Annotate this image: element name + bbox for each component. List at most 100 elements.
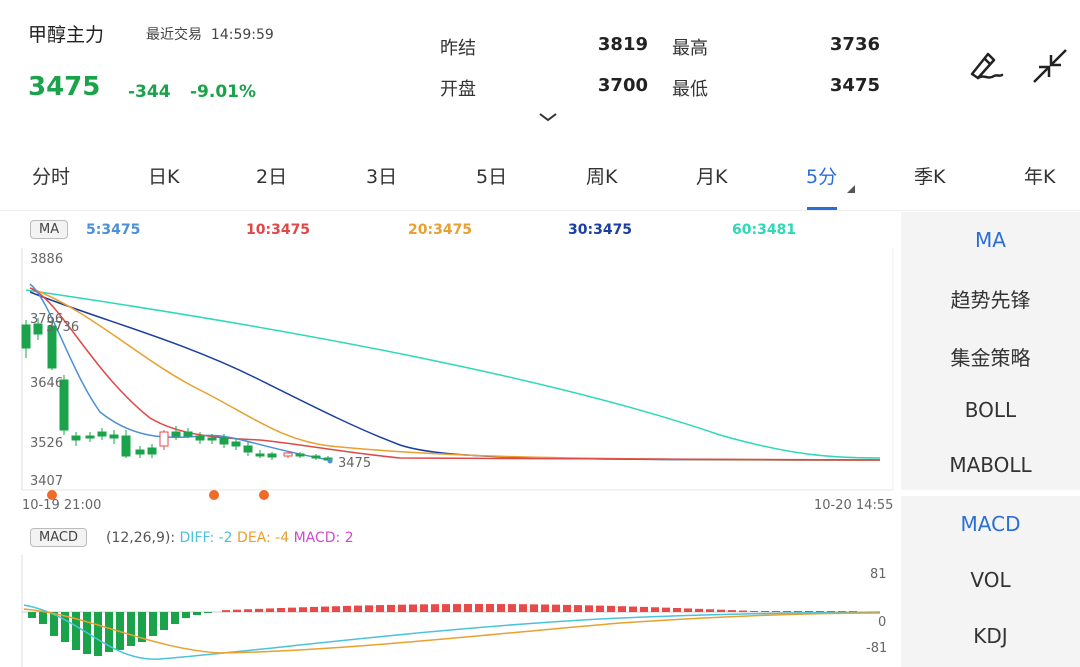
macd-chart[interactable] (0, 555, 900, 667)
candle-body (85, 435, 95, 439)
macd-bar-pos (640, 606, 648, 612)
macd-bar-pos (387, 604, 395, 612)
side-item-trend[interactable]: 趋势先锋 (901, 284, 1080, 313)
macd-bar-pos (299, 607, 307, 612)
macd-bar-pos (497, 604, 505, 612)
candlestick-chart[interactable] (0, 240, 900, 500)
macd-bar-neg (94, 612, 102, 656)
candle-body (171, 431, 181, 437)
last-price-dot (327, 458, 333, 464)
ma20-label: 20:3475 (408, 222, 473, 238)
stat-value-low: 3475 (829, 75, 880, 96)
event-dot (259, 490, 269, 500)
macd-bar-pos (255, 608, 263, 612)
price-change: -344 (128, 82, 171, 102)
ma60-label: 60:3481 (732, 222, 797, 238)
side-item-maboll[interactable]: MABOLL (901, 453, 1080, 477)
macd-bar-pos (453, 604, 461, 612)
macd-bar-pos (728, 610, 736, 612)
macd-bar-pos (662, 607, 670, 612)
macd-bar-pos (310, 606, 318, 612)
tab-5min[interactable]: 5分 (806, 162, 837, 189)
macd-bar-pos (750, 611, 758, 612)
chevron-down-icon[interactable] (536, 110, 560, 124)
macd-bar-pos (508, 604, 516, 612)
candle-body (159, 431, 169, 447)
tab-year-k[interactable]: 年K (1024, 162, 1055, 189)
macd-indicator-badge[interactable]: MACD (30, 528, 87, 547)
candle-body (231, 441, 241, 447)
candle-body (147, 447, 157, 455)
tab-week-k[interactable]: 周K (586, 162, 617, 189)
macd-bar-pos (332, 606, 340, 612)
side-item-vol[interactable]: VOL (901, 568, 1080, 592)
macd-bar-pos (222, 610, 230, 612)
macd-bar-pos (651, 607, 659, 612)
macd-bar-pos (431, 604, 439, 612)
tab-month-k[interactable]: 月K (696, 162, 727, 189)
tab-intraday[interactable]: 分时 (32, 162, 70, 189)
tab-2day[interactable]: 2日 (256, 162, 287, 189)
candle-body (109, 434, 119, 439)
macd-bar-pos (343, 605, 351, 612)
macd-bar-pos (816, 611, 824, 612)
ma5-label: 5:3475 (86, 222, 141, 238)
macd-bar-pos (684, 608, 692, 612)
macd-bar-pos (376, 605, 384, 612)
macd-bar-pos (596, 605, 604, 612)
tab-day-k[interactable]: 日K (148, 162, 179, 189)
stat-label-prev-settle: 昨结 (440, 38, 476, 59)
tab-3day[interactable]: 3日 (366, 162, 397, 189)
macd-bar-neg (171, 612, 179, 624)
stat-value-high: 3736 (829, 34, 880, 55)
side-item-kdj[interactable]: KDJ (901, 624, 1080, 648)
candle-body (255, 453, 265, 457)
macd-bar-neg (160, 612, 168, 630)
candle-body (219, 437, 229, 445)
contract-name: 甲醇主力 (28, 24, 105, 46)
candle-body (71, 435, 81, 441)
macd-bar-pos (321, 606, 329, 612)
macd-bar-neg (204, 612, 212, 613)
indicator-side-panel (901, 212, 1080, 667)
side-panel-gap (901, 490, 1080, 496)
tab-season-k[interactable]: 季K (914, 162, 945, 189)
side-item-jijin[interactable]: 集金策略 (901, 342, 1080, 371)
macd-bar-pos (464, 604, 472, 612)
side-item-boll[interactable]: BOLL (901, 398, 1080, 422)
macd-bar-pos (530, 604, 538, 612)
y-tick-3: 3526 (30, 436, 64, 451)
side-item-ma[interactable]: MA (901, 228, 1080, 252)
candle-body (97, 431, 107, 437)
side-item-macd[interactable]: MACD (901, 512, 1080, 536)
ma60-line (25, 289, 881, 459)
macd-bar-pos (288, 607, 296, 612)
candle-body (295, 453, 305, 457)
macd-bar-pos (772, 611, 780, 612)
last-trade-label: 最近交易 14:59:59 (146, 27, 274, 43)
tab-5day[interactable]: 5日 (476, 162, 507, 189)
macd-bar-pos (717, 609, 725, 612)
macd-y-bot: -81 (866, 641, 888, 656)
macd-bar-pos (574, 605, 582, 612)
macd-bar-pos (244, 609, 252, 612)
pen-draw-icon[interactable] (964, 44, 1004, 84)
macd-bar-pos (233, 609, 241, 612)
macd-value: MACD: 2 (293, 530, 354, 546)
event-dot (209, 490, 219, 500)
macd-bar-pos (277, 608, 285, 612)
macd-bar-pos (706, 609, 714, 612)
ma10-label: 10:3475 (246, 222, 311, 238)
ma20-line (29, 287, 881, 461)
macd-bar-pos (475, 604, 483, 612)
macd-bar-neg (149, 612, 157, 636)
ma-indicator-badge[interactable]: MA (30, 220, 69, 239)
collapse-arrows-icon[interactable] (1030, 46, 1070, 86)
macd-bar-pos (695, 608, 703, 612)
macd-bar-pos (618, 606, 626, 612)
macd-bar-neg (193, 612, 201, 615)
macd-bar-pos (739, 610, 747, 612)
candle-body (207, 437, 217, 441)
macd-bar-pos (442, 604, 450, 612)
stat-value-open: 3700 (597, 75, 648, 96)
